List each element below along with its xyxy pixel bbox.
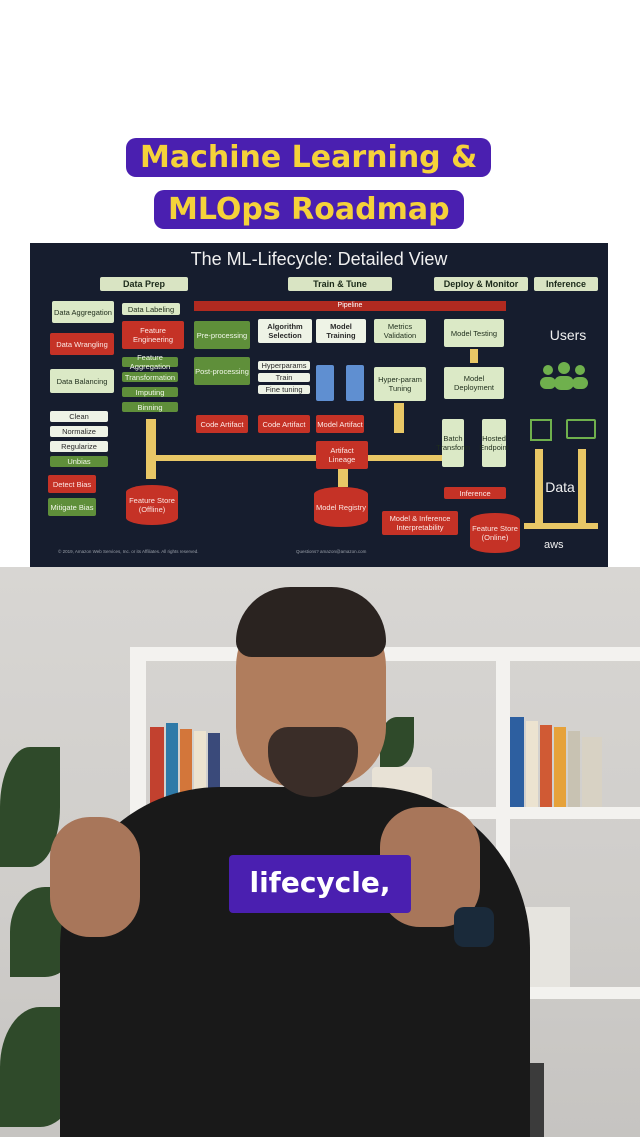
hosted-endpoint: Hosted Endpoint	[479, 419, 509, 467]
book	[540, 725, 552, 807]
fe-item: Transformation	[122, 372, 178, 382]
arrow-right	[156, 455, 446, 461]
clean-item: Regularize	[50, 441, 108, 452]
pre-processing: Pre-processing	[194, 321, 250, 349]
metrics-validation: Metrics Validation	[374, 319, 426, 343]
mitigate-bias: Mitigate Bias	[48, 498, 96, 516]
header-inference: Inference	[534, 277, 598, 291]
ml-lifecycle-slide: The ML-Lifecycle: Detailed View Data Pre…	[30, 243, 608, 567]
book	[510, 717, 524, 807]
inference-box: Inference	[444, 487, 506, 499]
train-block	[346, 365, 364, 401]
algo-item: Train	[258, 373, 310, 382]
data-aggregation: Data Aggregation	[52, 301, 114, 323]
caption: lifecycle,	[229, 855, 411, 913]
clean-item: Clean	[50, 411, 108, 422]
footer-copyright: © 2019, Amazon Web Services, Inc. or its…	[58, 549, 199, 554]
fe-item: Feature Aggregation	[122, 353, 178, 371]
slide-title: The ML-Lifecycle: Detailed View	[190, 249, 448, 269]
book	[568, 731, 580, 807]
monitor-icon	[566, 419, 596, 439]
algorithm-selection: Algorithm Selection	[258, 319, 312, 343]
left-hand	[50, 817, 140, 937]
code-artifact-train: Code Artifact	[258, 415, 310, 433]
algo-item: Hyperparams	[258, 361, 310, 370]
feature-store-offline: Feature Store (Offline)	[126, 485, 178, 525]
model-artifact: Model Artifact	[316, 415, 364, 433]
model-testing: Model Testing	[444, 319, 504, 347]
algo-item: Fine tuning	[258, 385, 310, 394]
arrow-down	[146, 419, 156, 479]
header-train-tune: Train & Tune	[288, 277, 392, 291]
title-area: Machine Learning & MLOps Roadmap	[0, 0, 640, 250]
code-artifact-prep: Code Artifact	[196, 415, 248, 433]
title-line-2: MLOps Roadmap	[154, 190, 464, 229]
data-labeling: Data Labeling	[122, 303, 180, 315]
arrow-left	[524, 523, 598, 529]
book	[554, 727, 566, 807]
header-data-prep: Data Prep	[100, 277, 188, 291]
fe-item: Binning	[122, 402, 178, 412]
book	[150, 727, 164, 807]
book	[526, 721, 538, 807]
hyper-param-tuning: Hyper-param Tuning	[374, 367, 426, 401]
person-hair	[236, 587, 386, 657]
data-label: Data	[545, 479, 575, 495]
clean-item: Normalize	[50, 426, 108, 437]
header-deploy-monitor: Deploy & Monitor	[434, 277, 528, 291]
fe-item: Imputing	[122, 387, 178, 397]
chip-icon	[530, 419, 552, 441]
book	[530, 1063, 544, 1137]
footer-contact: Questions? amazon@amazon.com	[296, 549, 367, 554]
feature-store-online: Feature Store (Online)	[470, 513, 520, 553]
users-icon	[534, 361, 594, 393]
model-deployment: Model Deployment	[444, 367, 504, 399]
pipeline-bar: Pipeline	[194, 301, 506, 311]
clean-item: Unbias	[50, 456, 108, 467]
data-balancing: Data Balancing	[50, 369, 114, 393]
video-frame: lifecycle,	[0, 567, 640, 1137]
train-block	[316, 365, 334, 401]
arrow-down	[394, 403, 404, 433]
users-label: Users	[549, 327, 587, 343]
arrow-down	[338, 469, 348, 487]
model-training: Model Training	[316, 319, 366, 343]
arrow-down	[470, 349, 478, 363]
feature-engineering: Feature Engineering	[122, 321, 184, 349]
aws-logo: aws	[544, 539, 564, 551]
data-wrangling: Data Wrangling	[50, 333, 114, 355]
title-line-1: Machine Learning &	[126, 138, 492, 177]
post-processing: Post-processing	[194, 357, 250, 385]
artifact-lineage: Artifact Lineage	[316, 441, 368, 469]
detect-bias: Detect Bias	[48, 475, 96, 493]
interpretability: Model & Inference Interpretability	[382, 511, 458, 535]
watch	[454, 907, 494, 947]
model-registry: Model Registry	[314, 487, 368, 527]
book	[582, 737, 602, 807]
batch-transform: Batch Transform	[436, 419, 470, 467]
